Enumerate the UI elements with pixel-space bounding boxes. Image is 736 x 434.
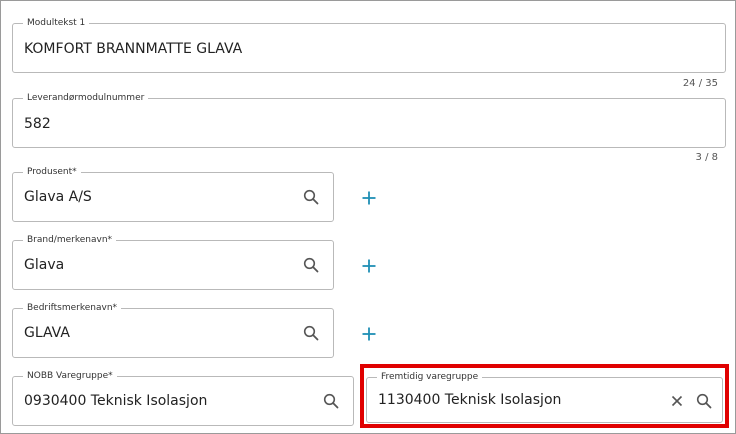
- search-icon[interactable]: [696, 393, 712, 409]
- nobb-varegruppe-label: NOBB Varegruppe*: [23, 370, 117, 382]
- bedriftsmerkenavn-label: Bedriftsmerkenavn*: [23, 302, 122, 314]
- brand-merkenavn-label: Brand/merkenavn*: [23, 234, 117, 246]
- leverandormodulnummer-label: Leverandørmodulnummer: [23, 92, 149, 104]
- add-bedriftsmerkenavn-plus-icon[interactable]: [360, 325, 378, 343]
- fremtidig-varegruppe-value: 1130400 Teknisk Isolasjon: [378, 392, 562, 408]
- add-brand-plus-icon[interactable]: [360, 257, 378, 275]
- search-icon[interactable]: [303, 189, 319, 205]
- produsent-value: Glava A/S: [24, 189, 92, 205]
- form-panel: Modultekst 1 KOMFORT BRANNMATTE GLAVA 24…: [0, 0, 736, 434]
- leverandormodulnummer-counter: 3 / 8: [695, 152, 718, 163]
- fremtidig-varegruppe-field[interactable]: Fremtidig varegruppe 1130400 Teknisk Iso…: [366, 371, 723, 423]
- modultekst-1-field[interactable]: Modultekst 1 KOMFORT BRANNMATTE GLAVA: [12, 17, 726, 73]
- fremtidig-varegruppe-label: Fremtidig varegruppe: [377, 371, 483, 383]
- brand-merkenavn-field[interactable]: Brand/merkenavn* Glava: [12, 234, 334, 290]
- search-icon[interactable]: [303, 325, 319, 341]
- produsent-field[interactable]: Produsent* Glava A/S: [12, 166, 334, 222]
- brand-merkenavn-value: Glava: [24, 257, 65, 273]
- nobb-varegruppe-field[interactable]: NOBB Varegruppe* 0930400 Teknisk Isolasj…: [12, 370, 354, 426]
- add-produsent-plus-icon[interactable]: [360, 189, 378, 207]
- close-icon[interactable]: [670, 394, 684, 408]
- leverandormodulnummer-value: 582: [24, 116, 51, 132]
- search-icon[interactable]: [303, 257, 319, 273]
- bedriftsmerkenavn-value: GLAVA: [24, 325, 70, 341]
- produsent-label: Produsent*: [23, 166, 81, 178]
- modultekst-1-label: Modultekst 1: [23, 17, 90, 29]
- modultekst-1-counter: 24 / 35: [682, 78, 718, 89]
- modultekst-1-value: KOMFORT BRANNMATTE GLAVA: [24, 41, 243, 57]
- search-icon[interactable]: [323, 393, 339, 409]
- nobb-varegruppe-value: 0930400 Teknisk Isolasjon: [24, 393, 208, 409]
- bedriftsmerkenavn-field[interactable]: Bedriftsmerkenavn* GLAVA: [12, 302, 334, 358]
- leverandormodulnummer-field[interactable]: Leverandørmodulnummer 582: [12, 92, 726, 148]
